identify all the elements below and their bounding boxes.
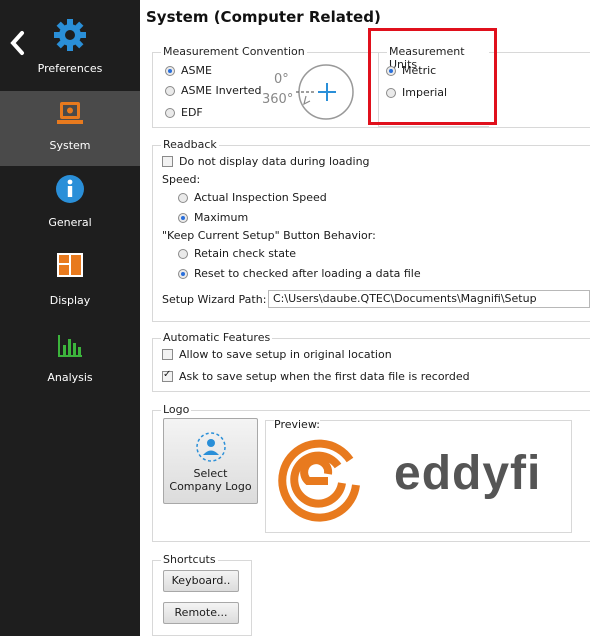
sidebar-item-display[interactable]: Display: [0, 241, 140, 319]
radio-label: Retain check state: [194, 247, 297, 260]
speed-label: Speed:: [162, 173, 201, 186]
radio-button[interactable]: [178, 268, 188, 279]
checkbox-label: Allow to save setup in original location: [179, 348, 392, 361]
bar-chart-icon: [55, 331, 85, 364]
radio-maximum[interactable]: Maximum: [178, 211, 248, 224]
checkbox-label: Do not display data during loading: [179, 155, 370, 168]
radio-label: EDF: [181, 106, 203, 119]
radio-actual-speed[interactable]: Actual Inspection Speed: [178, 191, 327, 204]
wizard-path-input[interactable]: C:\Users\daube.QTEC\Documents\Magnifi\Se…: [268, 290, 590, 308]
remote-shortcuts-button[interactable]: Remote...: [163, 602, 239, 624]
allow-save-checkbox-row[interactable]: Allow to save setup in original location: [162, 348, 392, 361]
sidebar-item-system[interactable]: System: [0, 91, 140, 166]
convention-diagram: 0° 360°: [260, 62, 360, 124]
radio-edf[interactable]: EDF: [165, 106, 203, 119]
radio-reset-checked[interactable]: Reset to checked after loading a data fi…: [178, 267, 421, 280]
sidebar-item-label: Analysis: [47, 371, 93, 384]
rotation-diagram-icon: [296, 64, 354, 120]
no-display-checkbox-row[interactable]: Do not display data during loading: [162, 155, 370, 168]
radio-button[interactable]: [178, 248, 188, 259]
gear-icon: [53, 18, 87, 55]
radio-button[interactable]: [178, 212, 188, 223]
radio-retain-check[interactable]: Retain check state: [178, 247, 296, 260]
radio-label: Reset to checked after loading a data fi…: [194, 267, 421, 280]
radio-label: ASME: [181, 64, 212, 77]
radio-label: ASME Inverted: [181, 84, 262, 97]
checkbox[interactable]: [162, 156, 173, 167]
main-content: System (Computer Related) Measurement Co…: [140, 0, 590, 636]
highlight-box: [368, 28, 497, 125]
preview-label: Preview:: [274, 418, 320, 431]
radio-button[interactable]: [178, 192, 188, 203]
wizard-path-label: Setup Wizard Path:: [162, 293, 267, 306]
checkbox[interactable]: [162, 369, 173, 382]
sidebar-item-label: General: [48, 216, 92, 229]
ask-save-checkbox-row[interactable]: Ask to save setup when the first data fi…: [162, 369, 470, 383]
select-logo-label-line2: Company Logo: [169, 480, 252, 493]
group-legend: Shortcuts: [161, 553, 218, 566]
sidebar-item-preferences[interactable]: Preferences: [0, 0, 140, 88]
sidebar-item-analysis[interactable]: Analysis: [0, 319, 140, 394]
radio-button[interactable]: [165, 85, 175, 96]
display-layout-icon: [55, 251, 85, 284]
sidebar-item-label: System: [49, 139, 91, 152]
info-icon: [55, 174, 85, 207]
user-icon: [196, 432, 226, 462]
group-legend: Logo: [161, 403, 192, 416]
select-company-logo-button[interactable]: Select Company Logo: [163, 418, 258, 504]
checkbox-label: Ask to save setup when the first data fi…: [179, 370, 470, 383]
checkbox[interactable]: [162, 349, 173, 360]
keep-setup-label: "Keep Current Setup" Button Behavior:: [162, 229, 376, 242]
sidebar-item-general[interactable]: General: [0, 166, 140, 241]
sidebar-item-label: Preferences: [37, 62, 103, 75]
radio-asme[interactable]: ASME: [165, 64, 212, 77]
radio-label: Maximum: [194, 211, 249, 224]
radio-asme-inverted[interactable]: ASME Inverted: [165, 84, 262, 97]
group-legend: Measurement Convention: [161, 45, 307, 58]
radio-label: Actual Inspection Speed: [194, 191, 327, 204]
select-logo-label-line1: Select: [193, 467, 228, 480]
radio-button[interactable]: [165, 65, 175, 76]
group-legend: Readback: [161, 138, 219, 151]
logo-brand-text: eddyfi: [394, 447, 542, 500]
automatic-features-group: Automatic Features: [152, 331, 590, 392]
sidebar-item-label: Display: [49, 294, 91, 307]
radio-button[interactable]: [165, 107, 175, 118]
computer-icon: [55, 99, 85, 132]
eddyfi-logo-mark: [278, 439, 360, 522]
logo-preview: Preview: eddyfi: [265, 418, 572, 533]
group-legend: Automatic Features: [161, 331, 273, 344]
sidebar: Preferences System General Display Analy…: [0, 0, 140, 636]
keyboard-shortcuts-button[interactable]: Keyboard..: [163, 570, 239, 592]
page-title: System (Computer Related): [146, 8, 381, 26]
